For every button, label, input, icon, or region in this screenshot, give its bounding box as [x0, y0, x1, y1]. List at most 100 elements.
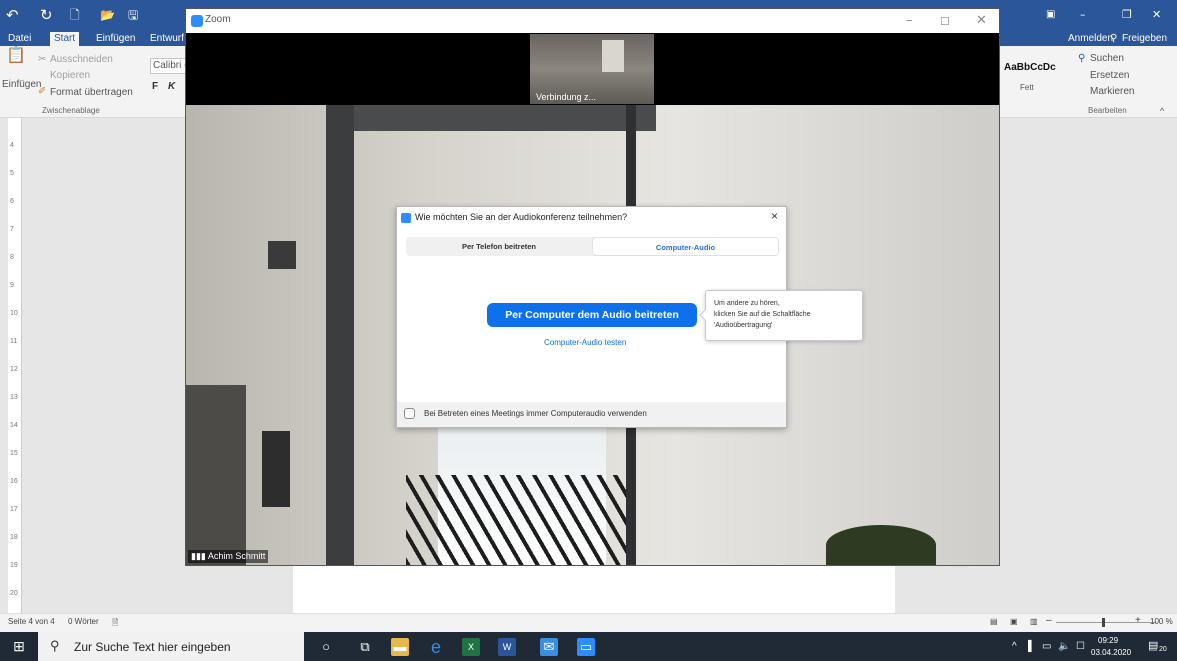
ruler-number: 8 [10, 254, 14, 261]
ruler-number: 12 [10, 366, 18, 373]
save-icon[interactable]: 🖫 [128, 6, 138, 24]
excel-icon[interactable]: X [462, 638, 480, 656]
taskbar-search-placeholder: Zur Suche Text hier eingeben [74, 640, 231, 654]
copy-button[interactable]: Kopieren [50, 70, 90, 82]
participant-name: Achim Schmitt [207, 551, 266, 561]
dialog-title: Wie möchten Sie an der Audiokonferenz te… [415, 212, 628, 222]
zoom-level[interactable]: 100 % [1150, 617, 1173, 626]
read-mode-icon[interactable]: ▤ [990, 617, 998, 626]
ruler-number: 14 [10, 422, 18, 429]
ruler-number: 4 [10, 142, 14, 149]
find-button[interactable]: Suchen [1090, 53, 1124, 65]
video-door-frame [326, 105, 656, 131]
thumbnail-strip: Verbindung z... [186, 33, 999, 105]
ribbon-display-icon[interactable]: ▣ [1046, 6, 1055, 24]
share-button[interactable]: Freigeben [1118, 32, 1171, 46]
test-audio-link[interactable]: Computer-Audio testen [544, 338, 626, 347]
volume-icon[interactable]: 🔈 [1058, 641, 1070, 652]
dialog-footer: Bei Betreten eines Meetings immer Comput… [397, 402, 786, 427]
cut-button[interactable]: Ausschneiden [50, 54, 113, 66]
new-document-icon[interactable]: 🗋 [70, 6, 80, 24]
zoom-close-icon[interactable]: ✕ [976, 13, 987, 28]
checkbox-label[interactable]: Bei Betreten eines Meetings immer Comput… [424, 409, 647, 418]
paste-icon[interactable]: 📋 [6, 48, 26, 64]
minimize-icon[interactable]: – [1080, 6, 1086, 24]
style-name: Fett [1020, 83, 1034, 92]
dialog-close-icon[interactable]: × [771, 209, 778, 223]
word-count[interactable]: 0 Wörter [68, 617, 99, 626]
tray-app-icon[interactable]: ▌ [1028, 641, 1035, 652]
ruler-number: 5 [10, 170, 14, 177]
zoom-out-button[interactable]: – [1046, 615, 1052, 626]
print-layout-icon[interactable]: ▣ [1010, 617, 1018, 626]
word-icon[interactable]: W [498, 638, 516, 656]
always-computer-audio-checkbox[interactable] [404, 408, 415, 419]
ruler-number: 13 [10, 394, 18, 401]
zoom-maximize-icon[interactable]: ☐ [940, 15, 950, 28]
ruler-number: 15 [10, 450, 18, 457]
zoom-slider[interactable] [1056, 622, 1156, 623]
redo-icon[interactable]: ↻ [40, 6, 53, 24]
tab-entwurf[interactable]: Entwurf [146, 32, 188, 46]
ruler-number: 6 [10, 198, 14, 205]
self-video-thumbnail[interactable]: Verbindung z... [530, 34, 654, 104]
tab-phone[interactable]: Per Telefon beitreten [406, 237, 592, 256]
format-painter-button[interactable]: Format übertragen [50, 87, 133, 99]
vertical-ruler: 4 5 6 7 8 9 10 11 12 13 14 15 16 17 18 1… [8, 118, 22, 613]
select-button[interactable]: Markieren [1090, 86, 1134, 98]
replace-button[interactable]: Ersetzen [1090, 70, 1129, 82]
taskbar-time[interactable]: 09:29 [1098, 636, 1118, 645]
editing-group-label: Bearbeiten [1088, 106, 1127, 115]
video-wall-switch [268, 241, 296, 269]
ruler-number: 10 [10, 310, 18, 317]
participant-name-tag: ▮▮▮ Achim Schmitt [188, 550, 269, 563]
bold-button[interactable]: F [152, 81, 158, 93]
style-preview[interactable]: AaBbCcDc [1004, 62, 1056, 74]
web-layout-icon[interactable]: ▥ [1030, 617, 1038, 626]
zoom-in-button[interactable]: + [1135, 615, 1141, 626]
status-bar: Seite 4 von 4 0 Wörter 🗎 ▤ ▣ ▥ – + 100 % [0, 613, 1177, 632]
mail-icon[interactable]: ✉ [540, 638, 558, 656]
restore-icon[interactable]: ❐ [1122, 6, 1132, 24]
tab-start[interactable]: Start [50, 32, 80, 46]
windows-start-icon[interactable]: ⊞ [0, 632, 38, 661]
collapse-ribbon-icon[interactable]: ^ [1160, 105, 1164, 117]
edge-icon[interactable]: e [427, 638, 445, 656]
page-count[interactable]: Seite 4 von 4 [8, 617, 55, 626]
windows-taskbar: ⊞ ⚲ Zur Suche Text hier eingeben ○ ⧉ ▬ e… [0, 632, 1177, 661]
ruler-number: 18 [10, 534, 18, 541]
audio-mode-tabs: Per Telefon beitreten Computer-Audio [406, 237, 779, 256]
zoom-dialog-icon [401, 213, 411, 223]
taskbar-date[interactable]: 03.04.2020 [1091, 648, 1131, 657]
tooltip-line: Um andere zu hören, [714, 300, 780, 307]
network-icon[interactable]: ☐ [1076, 641, 1085, 652]
cut-icon: ✂ [38, 54, 47, 65]
zoom-taskbar-icon[interactable]: ▭ [577, 638, 595, 656]
file-explorer-icon[interactable]: ▬ [391, 638, 409, 656]
paste-button[interactable]: Einfügen [2, 79, 41, 91]
join-computer-audio-button[interactable]: Per Computer dem Audio beitreten [487, 303, 697, 327]
tab-einfuegen[interactable]: Einfügen [92, 32, 139, 46]
ruler-number: 11 [10, 338, 18, 345]
ruler-number: 9 [10, 282, 14, 289]
cortana-icon[interactable]: ○ [317, 638, 335, 656]
undo-icon[interactable]: ↶ [6, 6, 19, 24]
open-icon[interactable]: 📂 [100, 6, 115, 24]
tab-computer-audio[interactable]: Computer-Audio [592, 237, 779, 256]
video-wall-shadow [186, 385, 246, 565]
tray-overflow-icon[interactable]: ^ [1012, 641, 1017, 652]
zoom-window-title: Zoom [205, 14, 231, 25]
document-page[interactable] [293, 565, 895, 613]
ruler-number: 19 [10, 562, 18, 569]
proofing-icon[interactable]: 🗎 [112, 617, 118, 631]
close-icon[interactable]: ✕ [1152, 6, 1161, 24]
zoom-minimize-icon[interactable]: – [906, 13, 913, 28]
italic-button[interactable]: K [168, 81, 175, 93]
clipboard-group-label: Zwischenablage [42, 106, 100, 115]
battery-icon[interactable]: ▭ [1042, 641, 1051, 652]
zoom-slider-thumb[interactable] [1102, 618, 1105, 627]
font-name-box[interactable]: Calibri ( [150, 58, 186, 74]
task-view-icon[interactable]: ⧉ [356, 638, 374, 656]
tab-datei[interactable]: Datei [4, 32, 35, 46]
taskbar-search-box[interactable]: ⚲ Zur Suche Text hier eingeben [38, 632, 304, 661]
